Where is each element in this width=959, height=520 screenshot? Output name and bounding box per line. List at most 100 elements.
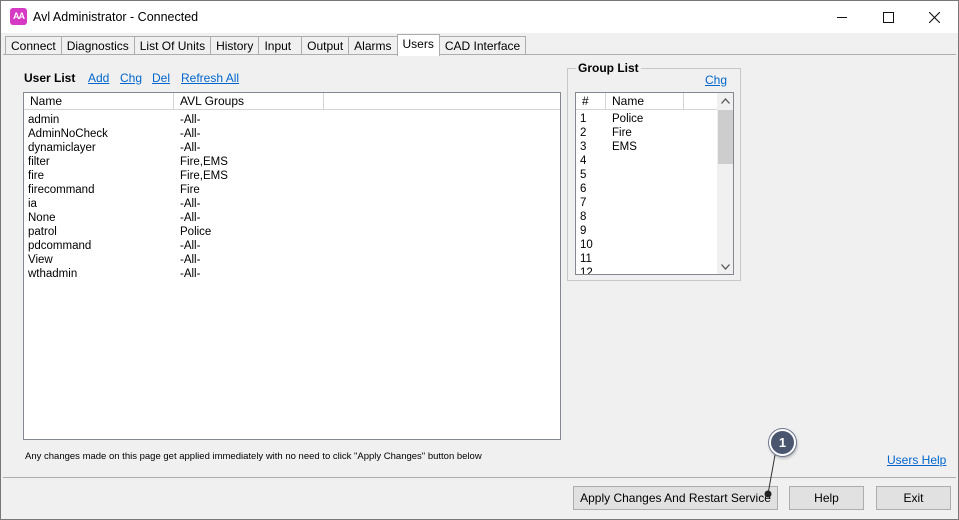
user-groups-cell: Fire,EMS <box>180 170 228 182</box>
user-name-cell: wthadmin <box>28 268 78 280</box>
group-number-cell: 6 <box>580 183 587 195</box>
group-number-cell: 7 <box>580 197 587 209</box>
tab-history[interactable]: History <box>210 36 260 56</box>
user-name-cell: AdminNoCheck <box>28 128 108 140</box>
user-groups-cell: -All- <box>180 254 201 266</box>
tab-output[interactable]: Output <box>301 36 350 56</box>
column-header-empty <box>324 93 560 110</box>
tab-list-of-units[interactable]: List Of Units <box>133 36 212 56</box>
user-groups-cell: -All- <box>180 198 201 210</box>
table-row[interactable]: dynamiclayer -All- <box>24 141 560 155</box>
column-header-avl-groups[interactable]: AVL Groups <box>174 93 324 110</box>
tab-connect[interactable]: Connect <box>5 36 62 56</box>
add-user-link[interactable]: Add <box>88 71 109 85</box>
group-name-cell: Fire <box>612 127 632 139</box>
table-row[interactable]: ia -All- <box>24 197 560 211</box>
user-list-header: Name AVL Groups <box>24 93 560 110</box>
user-name-cell: ia <box>28 198 37 210</box>
list-item[interactable]: 11 <box>576 252 716 266</box>
table-row[interactable]: fire Fire,EMS <box>24 169 560 183</box>
table-row[interactable]: patrol Police <box>24 225 560 239</box>
group-number-cell: 10 <box>580 239 593 251</box>
exit-button[interactable]: Exit <box>876 486 951 510</box>
user-name-cell: patrol <box>28 226 57 238</box>
chevron-down-icon[interactable] <box>721 264 730 270</box>
table-row[interactable]: pdcommand -All- <box>24 239 560 253</box>
table-row[interactable]: firecommand Fire <box>24 183 560 197</box>
list-item[interactable]: 7 <box>576 196 716 210</box>
list-item[interactable]: 8 <box>576 210 716 224</box>
change-group-link[interactable]: Chg <box>705 73 727 87</box>
user-list-title: User List <box>24 71 76 85</box>
app-icon: AA <box>10 8 27 25</box>
apply-changes-button[interactable]: Apply Changes And Restart Service <box>573 486 778 510</box>
group-list-scrollbar[interactable] <box>717 93 733 274</box>
group-number-cell: 2 <box>580 127 587 139</box>
maximize-button[interactable] <box>865 1 911 33</box>
list-item[interactable]: 1 Police <box>576 112 716 126</box>
group-list-view[interactable]: # Name 1 Police 2 Fire 3 EMS 4 5 6 7 8 9 10 11 12 <box>575 92 734 275</box>
tab-bar: Connect Diagnostics List Of Units Histor… <box>5 34 527 56</box>
list-item[interactable]: 4 <box>576 154 716 168</box>
chevron-up-icon[interactable] <box>721 98 730 104</box>
table-row[interactable]: admin -All- <box>24 113 560 127</box>
bottom-bar: Apply Changes And Restart Service Help E… <box>3 477 956 519</box>
group-list-box: Group List Chg # Name 1 Police 2 Fire 3 EMS 4 5… <box>567 61 741 281</box>
user-groups-cell: -All- <box>180 142 201 154</box>
minimize-button[interactable] <box>819 1 865 33</box>
tab-users[interactable]: Users <box>396 34 440 56</box>
user-groups-cell: -All- <box>180 212 201 224</box>
refresh-all-link[interactable]: Refresh All <box>181 71 239 85</box>
user-groups-cell: -All- <box>180 128 201 140</box>
user-name-cell: fire <box>28 170 44 182</box>
column-header-empty <box>684 93 718 110</box>
list-item[interactable]: 9 <box>576 224 716 238</box>
table-row[interactable]: None -All- <box>24 211 560 225</box>
tab-diagnostics[interactable]: Diagnostics <box>60 36 135 56</box>
column-header-name[interactable]: Name <box>24 93 174 110</box>
delete-user-link[interactable]: Del <box>152 71 170 85</box>
user-name-cell: pdcommand <box>28 240 92 252</box>
list-item[interactable]: 6 <box>576 182 716 196</box>
user-name-cell: filter <box>28 156 50 168</box>
app-window: AA Avl Administrator - Connected Connect… <box>0 0 959 520</box>
tab-cad-interface[interactable]: CAD Interface <box>438 36 527 56</box>
user-groups-cell: -All- <box>180 240 201 252</box>
list-item[interactable]: 5 <box>576 168 716 182</box>
user-name-cell: None <box>28 212 56 224</box>
group-number-cell: 11 <box>580 253 592 265</box>
column-header-group-name[interactable]: Name <box>606 93 684 110</box>
table-row[interactable]: filter Fire,EMS <box>24 155 560 169</box>
list-item[interactable]: 2 Fire <box>576 126 716 140</box>
group-number-cell: 1 <box>580 113 587 125</box>
table-row[interactable]: View -All- <box>24 253 560 267</box>
user-name-cell: admin <box>28 114 60 126</box>
tab-alarms[interactable]: Alarms <box>348 36 398 56</box>
group-number-cell: 5 <box>580 169 587 181</box>
list-item[interactable]: 10 <box>576 238 716 252</box>
group-number-cell: 3 <box>580 141 587 153</box>
callout-badge: 1 <box>769 429 796 456</box>
table-row[interactable]: wthadmin -All- <box>24 267 560 281</box>
group-list-title: Group List <box>576 61 641 75</box>
user-list-view[interactable]: Name AVL Groups admin -All- AdminNoCheck -A… <box>23 92 561 440</box>
scrollbar-thumb[interactable] <box>718 110 733 164</box>
user-name-cell: dynamiclayer <box>28 142 96 154</box>
close-button[interactable] <box>911 1 957 33</box>
change-user-link[interactable]: Chg <box>120 71 142 85</box>
group-name-cell: Police <box>612 113 644 125</box>
group-name-cell: EMS <box>612 141 637 153</box>
tab-input[interactable]: Input <box>258 36 303 56</box>
user-groups-cell: Police <box>180 226 212 238</box>
user-groups-cell: Fire,EMS <box>180 156 228 168</box>
window-title: Avl Administrator - Connected <box>33 10 199 24</box>
table-row[interactable]: AdminNoCheck -All- <box>24 127 560 141</box>
notice-text: Any changes made on this page get applie… <box>25 451 482 462</box>
users-help-link[interactable]: Users Help <box>887 453 946 467</box>
users-tab-panel: User List Add Chg Del Refresh All Name A… <box>3 54 956 476</box>
group-number-cell: 9 <box>580 225 587 237</box>
list-item[interactable]: 3 EMS <box>576 140 716 154</box>
help-button[interactable]: Help <box>789 486 864 510</box>
column-header-number[interactable]: # <box>576 93 606 110</box>
list-item[interactable]: 12 <box>576 266 716 274</box>
